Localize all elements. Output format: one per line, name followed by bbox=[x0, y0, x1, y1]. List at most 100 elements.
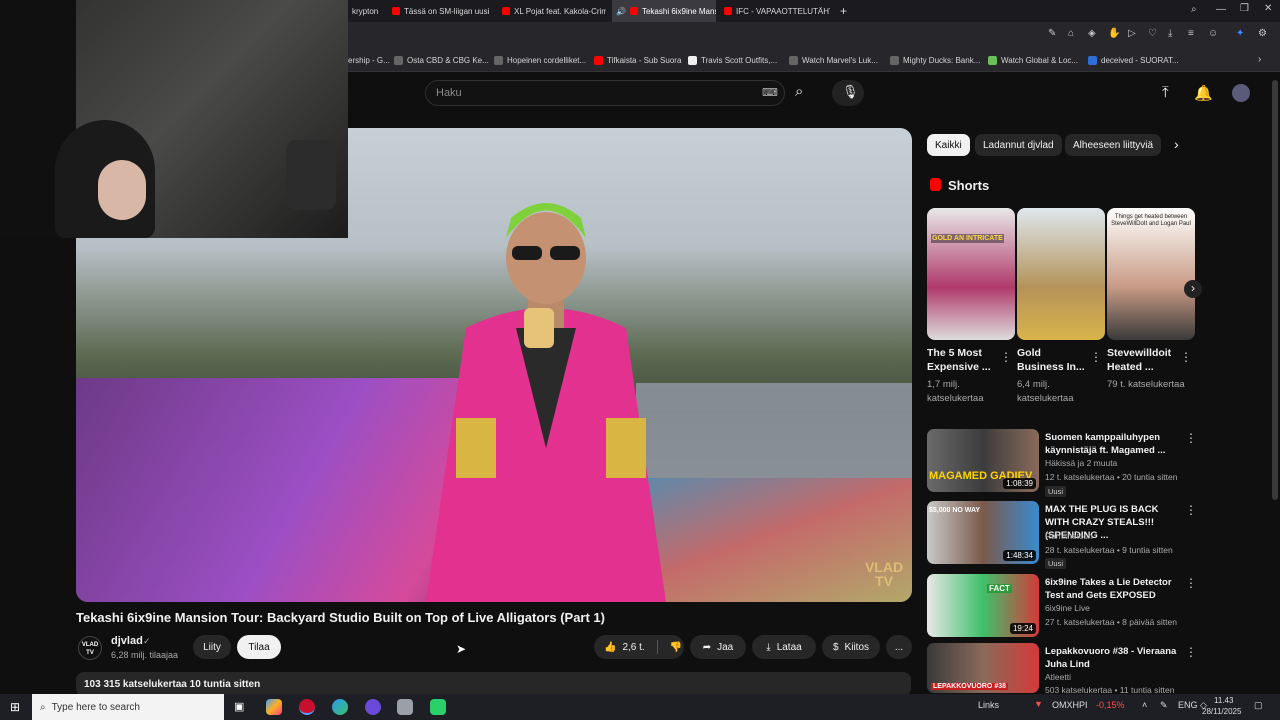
shorts-next-button[interactable]: › bbox=[1184, 280, 1202, 298]
keyboard-icon[interactable]: ⌨ bbox=[762, 86, 778, 99]
new-tab-button[interactable]: + bbox=[836, 0, 854, 22]
bookmark-icon bbox=[890, 55, 899, 65]
short-thumbnail[interactable]: GOLD AN INTRICATE bbox=[927, 208, 1015, 340]
windows-start-icon[interactable]: ⊞ bbox=[10, 700, 20, 714]
video-title[interactable]: Lepakkovuoro #38 - Vieraana Juha Lind bbox=[1045, 645, 1180, 671]
chevron-up-icon[interactable]: ˄ bbox=[1142, 700, 1147, 710]
description-box[interactable]: 103 315 katselukertaa 10 tuntia sitten bbox=[76, 672, 911, 696]
shield-icon[interactable]: ◈ bbox=[1088, 28, 1096, 39]
chip-all[interactable]: Kaikki bbox=[927, 134, 970, 156]
app-icon[interactable] bbox=[397, 699, 413, 715]
join-button[interactable]: Liity bbox=[193, 635, 231, 659]
play-icon[interactable]: ▷ bbox=[1128, 28, 1136, 39]
language-indicator[interactable]: ENG bbox=[1178, 700, 1198, 710]
task-view-icon[interactable]: ▣ bbox=[234, 700, 244, 713]
clock-date[interactable]: 28/11/2025 bbox=[1202, 707, 1241, 716]
opera-icon[interactable] bbox=[299, 699, 315, 715]
video-thumbnail[interactable]: FACT 19:24 bbox=[927, 574, 1039, 637]
short-title[interactable]: Stevewilldoit Heated ... bbox=[1107, 346, 1177, 374]
ticker-name[interactable]: OMXHPI bbox=[1052, 700, 1088, 710]
edge-icon[interactable] bbox=[332, 699, 348, 715]
video-channel[interactable]: 6ix9ine Live bbox=[1045, 602, 1185, 615]
video-title[interactable]: 6ix9ine Takes a Lie Detector Test and Ge… bbox=[1045, 576, 1180, 602]
channel-avatar[interactable]: VLAD TV bbox=[78, 636, 102, 660]
more-vert-icon[interactable]: ⋮ bbox=[1180, 350, 1192, 364]
share-button[interactable]: ➦ Jaa bbox=[690, 635, 746, 659]
bookmark[interactable]: Watch Global & Loc... bbox=[988, 52, 1078, 68]
bell-icon[interactable]: 🔔 bbox=[1194, 84, 1213, 102]
pen-icon[interactable]: ✎ bbox=[1160, 700, 1168, 711]
notifications-icon[interactable]: ▢ bbox=[1254, 700, 1263, 711]
chip-related[interactable]: Alheeseen liittyviä bbox=[1065, 134, 1162, 156]
bookmark[interactable]: Watch Marvel's Luk... bbox=[789, 52, 878, 68]
bookmark[interactable]: Hopeinen cordelliket... bbox=[494, 52, 586, 68]
short-thumbnail[interactable] bbox=[1017, 208, 1105, 340]
thumbs-down-icon[interactable]: 👎 bbox=[670, 642, 682, 653]
video-title[interactable]: Suomen kamppailuhypen käynnistäjä ft. Ma… bbox=[1045, 431, 1180, 457]
more-vert-icon[interactable]: ⋮ bbox=[1185, 503, 1197, 517]
bookmark-label: Watch Marvel's Luk... bbox=[802, 55, 878, 65]
like-count[interactable]: 2,6 t. bbox=[622, 642, 644, 653]
bookmark[interactable]: Osta CBD & CBG Ke... bbox=[394, 52, 489, 68]
profile-icon[interactable]: ☺ bbox=[1208, 28, 1218, 39]
more-vert-icon[interactable]: ⋮ bbox=[1185, 645, 1197, 659]
more-vert-icon[interactable]: ⋮ bbox=[1185, 576, 1197, 590]
messenger-icon[interactable] bbox=[365, 699, 381, 715]
video-thumbnail[interactable]: LEPAKKOVUORO #38 bbox=[927, 643, 1039, 693]
more-vert-icon[interactable]: ⋮ bbox=[1185, 431, 1197, 445]
short-thumbnail[interactable]: Things get heated between SteveWillDoIt … bbox=[1107, 208, 1195, 340]
browser-tab[interactable]: Tässä on SM-liigan uusi s bbox=[388, 0, 492, 22]
bookmark[interactable]: deceived - SUORAT... bbox=[1088, 52, 1179, 68]
upload-icon[interactable]: ⤒ bbox=[1162, 84, 1169, 101]
green-app-icon[interactable] bbox=[430, 699, 446, 715]
video-channel[interactable]: Häkissä ja 2 muuta bbox=[1045, 457, 1185, 470]
search-input[interactable]: Haku bbox=[425, 80, 785, 106]
subscribe-button[interactable]: Tilaa bbox=[237, 635, 281, 659]
heart-icon[interactable]: ♡ bbox=[1148, 28, 1157, 39]
bookmarks-overflow-icon[interactable]: › bbox=[1258, 54, 1261, 65]
video-channel[interactable]: Ramithetcon bbox=[1045, 530, 1185, 543]
browser-tab-active[interactable]: 🔊 Tekashi 6ix9ine Mansi bbox=[612, 0, 716, 22]
chevron-right-icon[interactable]: › bbox=[1174, 136, 1179, 152]
search-tabs-icon[interactable]: ⌕ bbox=[1191, 4, 1197, 15]
bookmark[interactable]: Travis Scott Outfits,... bbox=[688, 52, 777, 68]
short-title[interactable]: The 5 Most Expensive ... bbox=[927, 346, 997, 374]
chip-uploaded-by-djvlad[interactable]: Ladannut djvlad bbox=[975, 134, 1062, 156]
thanks-button[interactable]: $ Kiitos bbox=[822, 635, 880, 659]
video-thumbnail[interactable]: MAGAMED GADIEV 1:08:39 bbox=[927, 429, 1039, 492]
bookmark[interactable]: Mighty Ducks: Bank... bbox=[890, 52, 980, 68]
download-button[interactable]: ⤓ Lataa bbox=[752, 635, 816, 659]
video-channel[interactable]: Atleetti bbox=[1045, 671, 1185, 684]
more-vert-icon[interactable]: ⋮ bbox=[1000, 350, 1012, 364]
download-icon[interactable]: ⤓ bbox=[1168, 28, 1172, 39]
voice-search-button[interactable]: 🎙 bbox=[832, 80, 864, 106]
minimize-icon[interactable]: — bbox=[1216, 4, 1226, 15]
ai-app-icon[interactable] bbox=[266, 699, 282, 715]
browser-tab[interactable]: XL Pojat feat. Kakola-Crim bbox=[498, 0, 606, 22]
more-actions-button[interactable]: ... bbox=[886, 635, 912, 659]
browser-tab[interactable]: IFC - VAPAAOTTELUTÄHTI bbox=[720, 0, 830, 22]
bookmark[interactable]: Tifkaista - Sub Suora bbox=[594, 52, 681, 68]
clock-time[interactable]: 11.43 bbox=[1214, 696, 1233, 705]
thumbs-up-icon[interactable]: 👍 bbox=[604, 642, 616, 653]
bookmark[interactable]: ership - G... bbox=[348, 52, 390, 68]
channel-name[interactable]: djvlad bbox=[111, 635, 143, 647]
edit-icon[interactable]: ✎ bbox=[1048, 28, 1056, 39]
taskbar-search[interactable]: ⌕ Type here to search bbox=[32, 694, 224, 720]
short-title[interactable]: Gold Business In... bbox=[1017, 346, 1087, 374]
ai-icon[interactable]: ✦ bbox=[1236, 28, 1244, 39]
avatar[interactable] bbox=[1232, 84, 1250, 102]
more-vert-icon[interactable]: ⋮ bbox=[1090, 350, 1102, 364]
settings-icon[interactable]: ⚙ bbox=[1258, 28, 1267, 39]
page-scrollbar[interactable] bbox=[1272, 80, 1278, 500]
video-thumbnail[interactable]: $5,000 NO WAY 1:48:34 bbox=[927, 501, 1039, 564]
close-icon[interactable]: ✕ bbox=[1264, 3, 1272, 14]
extension-icon[interactable]: ✋ bbox=[1108, 28, 1120, 39]
browser-tab[interactable]: krypton bbox=[348, 0, 392, 22]
menu-icon[interactable]: ≡ bbox=[1188, 28, 1194, 39]
maximize-icon[interactable]: ❐ bbox=[1240, 3, 1249, 14]
video-title: Tekashi 6ix9ine Mansion Tour: Backyard S… bbox=[76, 610, 605, 625]
search-icon[interactable]: ⌕ bbox=[795, 83, 803, 100]
snapshot-icon[interactable]: ⌂ bbox=[1068, 28, 1074, 39]
links-toolbar[interactable]: Links bbox=[978, 700, 999, 710]
